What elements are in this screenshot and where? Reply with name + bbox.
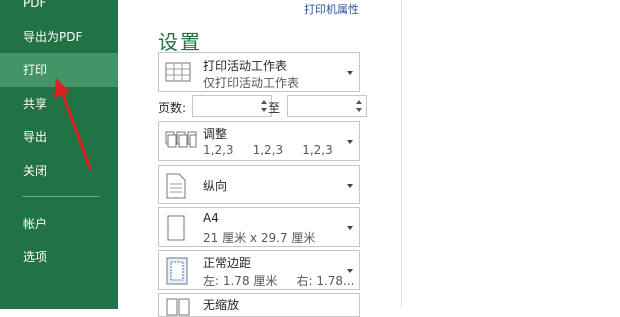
print-scope-subtitle: 仅打印活动工作表	[203, 76, 300, 90]
margins-title: 正常边距	[203, 256, 252, 270]
paper-size-title: A4	[203, 211, 219, 225]
sidebar-item-share[interactable]: 共享	[0, 87, 118, 121]
sidebar-item-label: 帐户	[23, 217, 48, 231]
pages-from-stepper[interactable]	[192, 95, 272, 117]
sidebar-item-label: 选项	[23, 250, 48, 264]
sidebar-item-options[interactable]: 选项	[0, 240, 118, 274]
pages-to-label: 至	[268, 101, 281, 115]
collate-pages-icon	[165, 131, 197, 148]
stepper-up-icon[interactable]	[356, 100, 362, 104]
chevron-down-icon	[347, 71, 353, 75]
sidebar-item-print[interactable]: 打印	[0, 53, 118, 87]
margins-dropdown[interactable]: 正常边距 左: 1.78 厘米 右: 1.78...	[158, 250, 360, 290]
margins-subtitle: 左: 1.78 厘米 右: 1.78...	[203, 274, 355, 288]
sidebar-item-label: 关闭	[23, 164, 48, 178]
sidebar-item-account[interactable]: 帐户	[0, 207, 118, 241]
stepper-up-icon[interactable]	[261, 100, 267, 104]
sidebar-item-label: 共享	[23, 97, 48, 111]
chevron-down-icon	[347, 226, 353, 230]
preview-divider	[401, 0, 402, 309]
stepper-down-icon[interactable]	[261, 108, 267, 112]
sidebar-item-close[interactable]: 关闭	[0, 154, 118, 188]
paper-size-subtitle: 21 厘米 x 29.7 厘米	[203, 231, 316, 245]
sidebar-item-label: PDF	[23, 0, 47, 10]
printer-properties-link[interactable]: 打印机属性	[304, 1, 359, 17]
sidebar-item-export[interactable]: 导出	[0, 120, 118, 154]
stepper-down-icon[interactable]	[356, 108, 362, 112]
sheet-grid-icon	[165, 62, 191, 82]
orientation-title: 纵向	[203, 179, 228, 193]
backstage-sidebar: PDF 导出为PDF 打印 共享 导出 关闭 帐户 选项	[0, 0, 118, 309]
portrait-page-icon	[166, 173, 186, 199]
collate-subtitle: 1,2,3 1,2,3 1,2,3	[203, 143, 333, 157]
print-scope-title: 打印活动工作表	[203, 59, 288, 73]
pages-label: 页数:	[158, 101, 187, 115]
chevron-down-icon	[347, 184, 353, 188]
paper-size-icon	[167, 215, 185, 241]
chevron-down-icon	[347, 269, 353, 273]
chevron-down-icon	[347, 140, 353, 144]
sidebar-divider	[22, 196, 100, 197]
print-settings-panel: 打印机属性 设置 打印活动工作表 仅打印活动工作表 页数: 至 调整 1,2,3…	[118, 0, 620, 317]
sidebar-item-label: 导出为PDF	[23, 30, 83, 44]
margins-icon	[166, 257, 188, 285]
paper-size-dropdown[interactable]: A4 21 厘米 x 29.7 厘米	[158, 207, 360, 247]
sidebar-item-pdf[interactable]: PDF	[0, 0, 118, 20]
pages-to-stepper[interactable]	[287, 95, 367, 117]
sidebar-item-export-pdf[interactable]: 导出为PDF	[0, 20, 118, 54]
collate-dropdown[interactable]: 调整 1,2,3 1,2,3 1,2,3	[158, 121, 360, 161]
collate-title: 调整	[203, 127, 228, 141]
sidebar-item-label: 打印	[23, 63, 48, 77]
orientation-dropdown[interactable]: 纵向	[158, 165, 360, 204]
settings-title: 设置	[158, 30, 202, 54]
scaling-icon	[166, 298, 190, 316]
scaling-dropdown[interactable]: 无缩放	[158, 293, 360, 317]
print-scope-dropdown[interactable]: 打印活动工作表 仅打印活动工作表	[158, 52, 360, 92]
sidebar-item-label: 导出	[23, 130, 48, 144]
scaling-title: 无缩放	[203, 298, 240, 312]
